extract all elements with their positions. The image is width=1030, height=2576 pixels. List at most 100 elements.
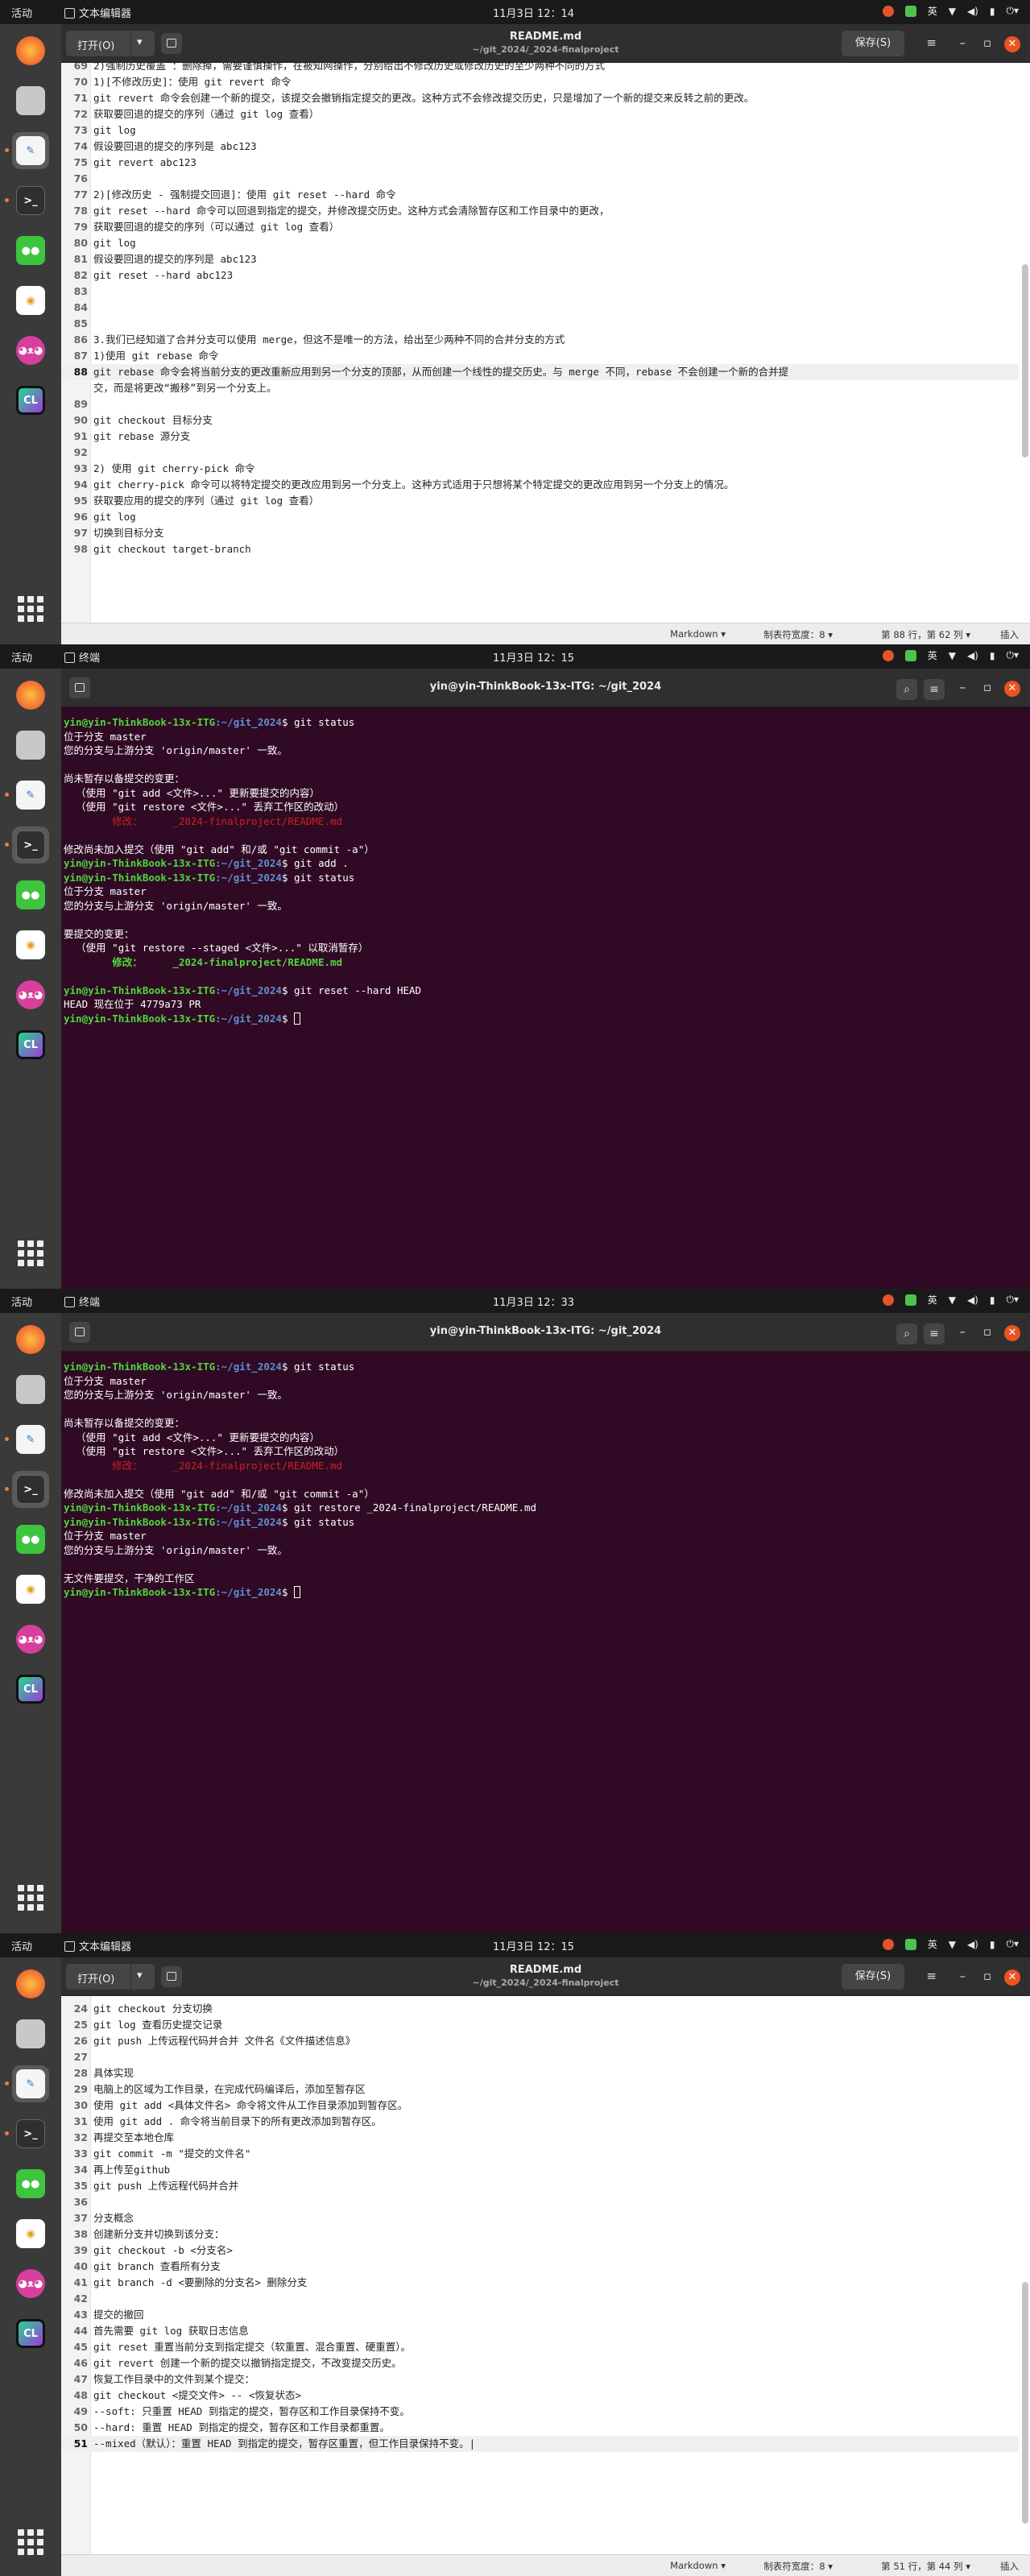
dock-wechat[interactable]: ●●: [12, 2165, 49, 2202]
editor-line[interactable]: 32 再提交至本地仓库: [61, 2130, 1019, 2146]
dock-clion[interactable]: CL: [12, 1026, 49, 1063]
wechat-tray-icon[interactable]: [904, 649, 916, 661]
line-text[interactable]: 再提交至本地仓库: [93, 2130, 1019, 2146]
line-text[interactable]: git log: [93, 122, 1019, 139]
editor-line[interactable]: 95 获取要应用的提交的序列（通过 git log 查看）: [61, 493, 1019, 509]
editor-line[interactable]: 97 切换到目标分支: [61, 525, 1019, 541]
editor-line[interactable]: 78 git reset --hard 命令可以回退到指定的提交，并修改提交历史。…: [61, 203, 1019, 219]
editor-line[interactable]: 91 git rebase 源分支: [61, 429, 1019, 445]
line-text[interactable]: git checkout 分支切换: [93, 2001, 1019, 2017]
activities-button[interactable]: 活动: [11, 649, 32, 665]
wechat-tray-icon[interactable]: [904, 1938, 916, 1950]
maximize-icon[interactable]: ▫: [983, 1323, 991, 1340]
editor-line[interactable]: 96 git log: [61, 509, 1019, 525]
editor-line[interactable]: 35 git push 上传远程代码并合并: [61, 2178, 1019, 2194]
dock-wechat[interactable]: ●●: [12, 876, 49, 913]
show-apps-icon[interactable]: [18, 1885, 43, 1911]
editor-line[interactable]: 88 git rebase 命令会将当前分支的更改重新应用到另一个分支的顶部，从而…: [61, 364, 1019, 380]
line-text[interactable]: git checkout target-branch: [93, 541, 1019, 557]
editor-line[interactable]: 33 git commit -m "提交的文件名": [61, 2146, 1019, 2162]
dock-firefox[interactable]: [12, 32, 49, 69]
input-method-indicator[interactable]: 英: [928, 648, 937, 662]
dock-firefox[interactable]: [12, 1965, 49, 2002]
cursor[interactable]: [294, 1012, 301, 1025]
line-text[interactable]: git log 查看历史提交记录: [93, 2017, 1019, 2033]
editor-line[interactable]: 28 具体实现: [61, 2065, 1019, 2081]
app-menu[interactable]: 终端: [64, 649, 100, 665]
terminal-output[interactable]: yin@yin-ThinkBook-13x-ITG:~/git_2024$ gi…: [61, 1352, 1030, 1933]
editor-line[interactable]: 70 1)[不修改历史]：使用 git revert 命令: [61, 74, 1019, 90]
line-text[interactable]: git rebase 命令会将当前分支的更改重新应用到另一个分支的顶部，从而创建…: [93, 364, 1019, 380]
power-menu-icon[interactable]: ⏻▾: [1006, 5, 1019, 17]
close-button[interactable]: ✕: [1004, 1325, 1020, 1341]
line-text[interactable]: git cherry-pick 命令可以将特定提交的更改应用到另一个分支上。这种…: [93, 477, 1019, 493]
save-button[interactable]: 保存(S): [842, 1964, 904, 1990]
editor-line[interactable]: 72 获取要回退的提交的序列（通过 git log 查看）: [61, 106, 1019, 122]
input-method-indicator[interactable]: 英: [928, 1293, 937, 1307]
editor-line[interactable]: 79 获取要回退的提交的序列（可以通过 git log 查看）: [61, 219, 1019, 235]
editor-line[interactable]: 93 2) 使用 git cherry-pick 命令: [61, 461, 1019, 477]
dock-firefox[interactable]: [12, 1321, 49, 1358]
line-text[interactable]: git reset 重置当前分支到指定提交（软重置、混合重置、硬重置）。: [93, 2339, 1019, 2355]
dock-wechat[interactable]: ●●: [12, 232, 49, 269]
editor-line[interactable]: 47 恢复工作目录中的文件到某个提交：: [61, 2371, 1019, 2388]
dock-files[interactable]: [12, 82, 49, 119]
editor-line[interactable]: 86 3.我们已经知道了合并分支可以使用 merge，但这不是唯一的方法，给出至少…: [61, 332, 1019, 348]
volume-icon[interactable]: ◀): [967, 1939, 978, 1950]
line-text[interactable]: git rebase 源分支: [93, 429, 1019, 445]
record-icon[interactable]: [882, 649, 894, 661]
line-text[interactable]: 2) 使用 git cherry-pick 命令: [93, 461, 1019, 477]
dock-text-editor[interactable]: ✎: [5, 2065, 49, 2102]
line-text[interactable]: git log: [93, 509, 1019, 525]
dock-clion[interactable]: CL: [12, 2315, 49, 2352]
dock-files[interactable]: [12, 2015, 49, 2052]
line-text[interactable]: git log: [93, 235, 1019, 251]
dock-clion[interactable]: CL: [12, 1671, 49, 1708]
editor-area[interactable]: 69 2)强制历史覆盖 ：删除掉，需要谨慎操作，在被知网操作，分别给出不修改历史或…: [61, 63, 1030, 623]
dock-kitty[interactable]: ◕ᴥ◕: [12, 332, 49, 369]
line-text[interactable]: 使用 git add . 命令将当前目录下的所有更改添加到暂存区。: [93, 2114, 1019, 2130]
line-text[interactable]: --soft: 只重置 HEAD 到指定的提交，暂存区和工作目录保持不变。: [93, 2404, 1019, 2420]
editor-line[interactable]: 50 --hard: 重置 HEAD 到指定的提交，暂存区和工作目录都重置。: [61, 2420, 1019, 2436]
system-tray[interactable]: 英 ▼ ◀) ▮ ⏻▾: [882, 1293, 1019, 1307]
editor-line[interactable]: 42: [61, 2291, 1019, 2307]
line-text[interactable]: git push 上传远程代码并合并: [93, 2178, 1019, 2194]
editor-line[interactable]: 81 假设要回退的提交的序列是 abc123: [61, 251, 1019, 267]
menu-icon[interactable]: ≡: [924, 1323, 945, 1344]
record-icon[interactable]: [882, 5, 894, 17]
activities-button[interactable]: 活动: [11, 1294, 32, 1309]
dock-clion[interactable]: CL: [12, 382, 49, 419]
cursor-position[interactable]: 第 88 行，第 62 列 ▾: [881, 628, 970, 641]
editor-line[interactable]: 85: [61, 316, 1019, 332]
app-menu[interactable]: 文本编辑器: [64, 5, 131, 20]
editor-line[interactable]: 69 2)强制历史覆盖 ：删除掉，需要谨慎操作，在被知网操作，分别给出不修改历史或…: [61, 63, 1019, 74]
editor-line[interactable]: 92: [61, 445, 1019, 461]
record-icon[interactable]: [882, 1938, 894, 1950]
editor-lines[interactable]: 69 2)强制历史覆盖 ：删除掉，需要谨慎操作，在被知网操作，分别给出不修改历史或…: [61, 63, 1019, 557]
editor-line[interactable]: 76: [61, 171, 1019, 187]
line-text[interactable]: 使用 git add <具体文件名> 命令将文件从工作目录添加到暂存区。: [93, 2098, 1019, 2114]
dock-files[interactable]: [12, 727, 49, 764]
show-apps-icon[interactable]: [18, 1240, 43, 1266]
editor-line[interactable]: 26 git push 上传远程代码并合并 文件名《文件描述信息》: [61, 2033, 1019, 2049]
search-icon[interactable]: ⌕: [896, 679, 917, 700]
volume-icon[interactable]: ◀): [967, 6, 978, 17]
line-text[interactable]: 2)[修改历史 - 强制提交回退]：使用 git reset --hard 命令: [93, 187, 1019, 203]
line-text[interactable]: git revert 创建一个新的提交以撤销指定提交，不改变提交历史。: [93, 2355, 1019, 2371]
line-text[interactable]: 假设要回退的提交的序列是 abc123: [93, 251, 1019, 267]
volume-icon[interactable]: ◀): [967, 650, 978, 661]
menu-icon[interactable]: ≡: [926, 35, 937, 51]
editor-line[interactable]: 45 git reset 重置当前分支到指定提交（软重置、混合重置、硬重置）。: [61, 2339, 1019, 2355]
line-text[interactable]: 交，而是将更改“搬移”到另一个分支上。: [93, 380, 1019, 396]
editor-line[interactable]: 40 git branch 查看所有分支: [61, 2259, 1019, 2275]
editor-line[interactable]: 34 再上传至github: [61, 2162, 1019, 2178]
menu-icon[interactable]: ≡: [926, 1968, 937, 1984]
dock-kitty[interactable]: ◕ᴥ◕: [12, 1621, 49, 1658]
dock-terminal[interactable]: >_: [5, 182, 49, 219]
editor-area[interactable]: 24 git checkout 分支切换 25 git log 查看历史提交记录 26 g…: [61, 1996, 1030, 2554]
input-method-indicator[interactable]: 英: [928, 1937, 937, 1951]
line-text[interactable]: 分支概念: [93, 2210, 1019, 2226]
editor-line[interactable]: 39 git checkout -b <分支名>: [61, 2243, 1019, 2259]
line-text[interactable]: git reset --hard 命令可以回退到指定的提交，并修改提交历史。这种…: [93, 203, 1019, 219]
editor-line[interactable]: 31 使用 git add . 命令将当前目录下的所有更改添加到暂存区。: [61, 2114, 1019, 2130]
